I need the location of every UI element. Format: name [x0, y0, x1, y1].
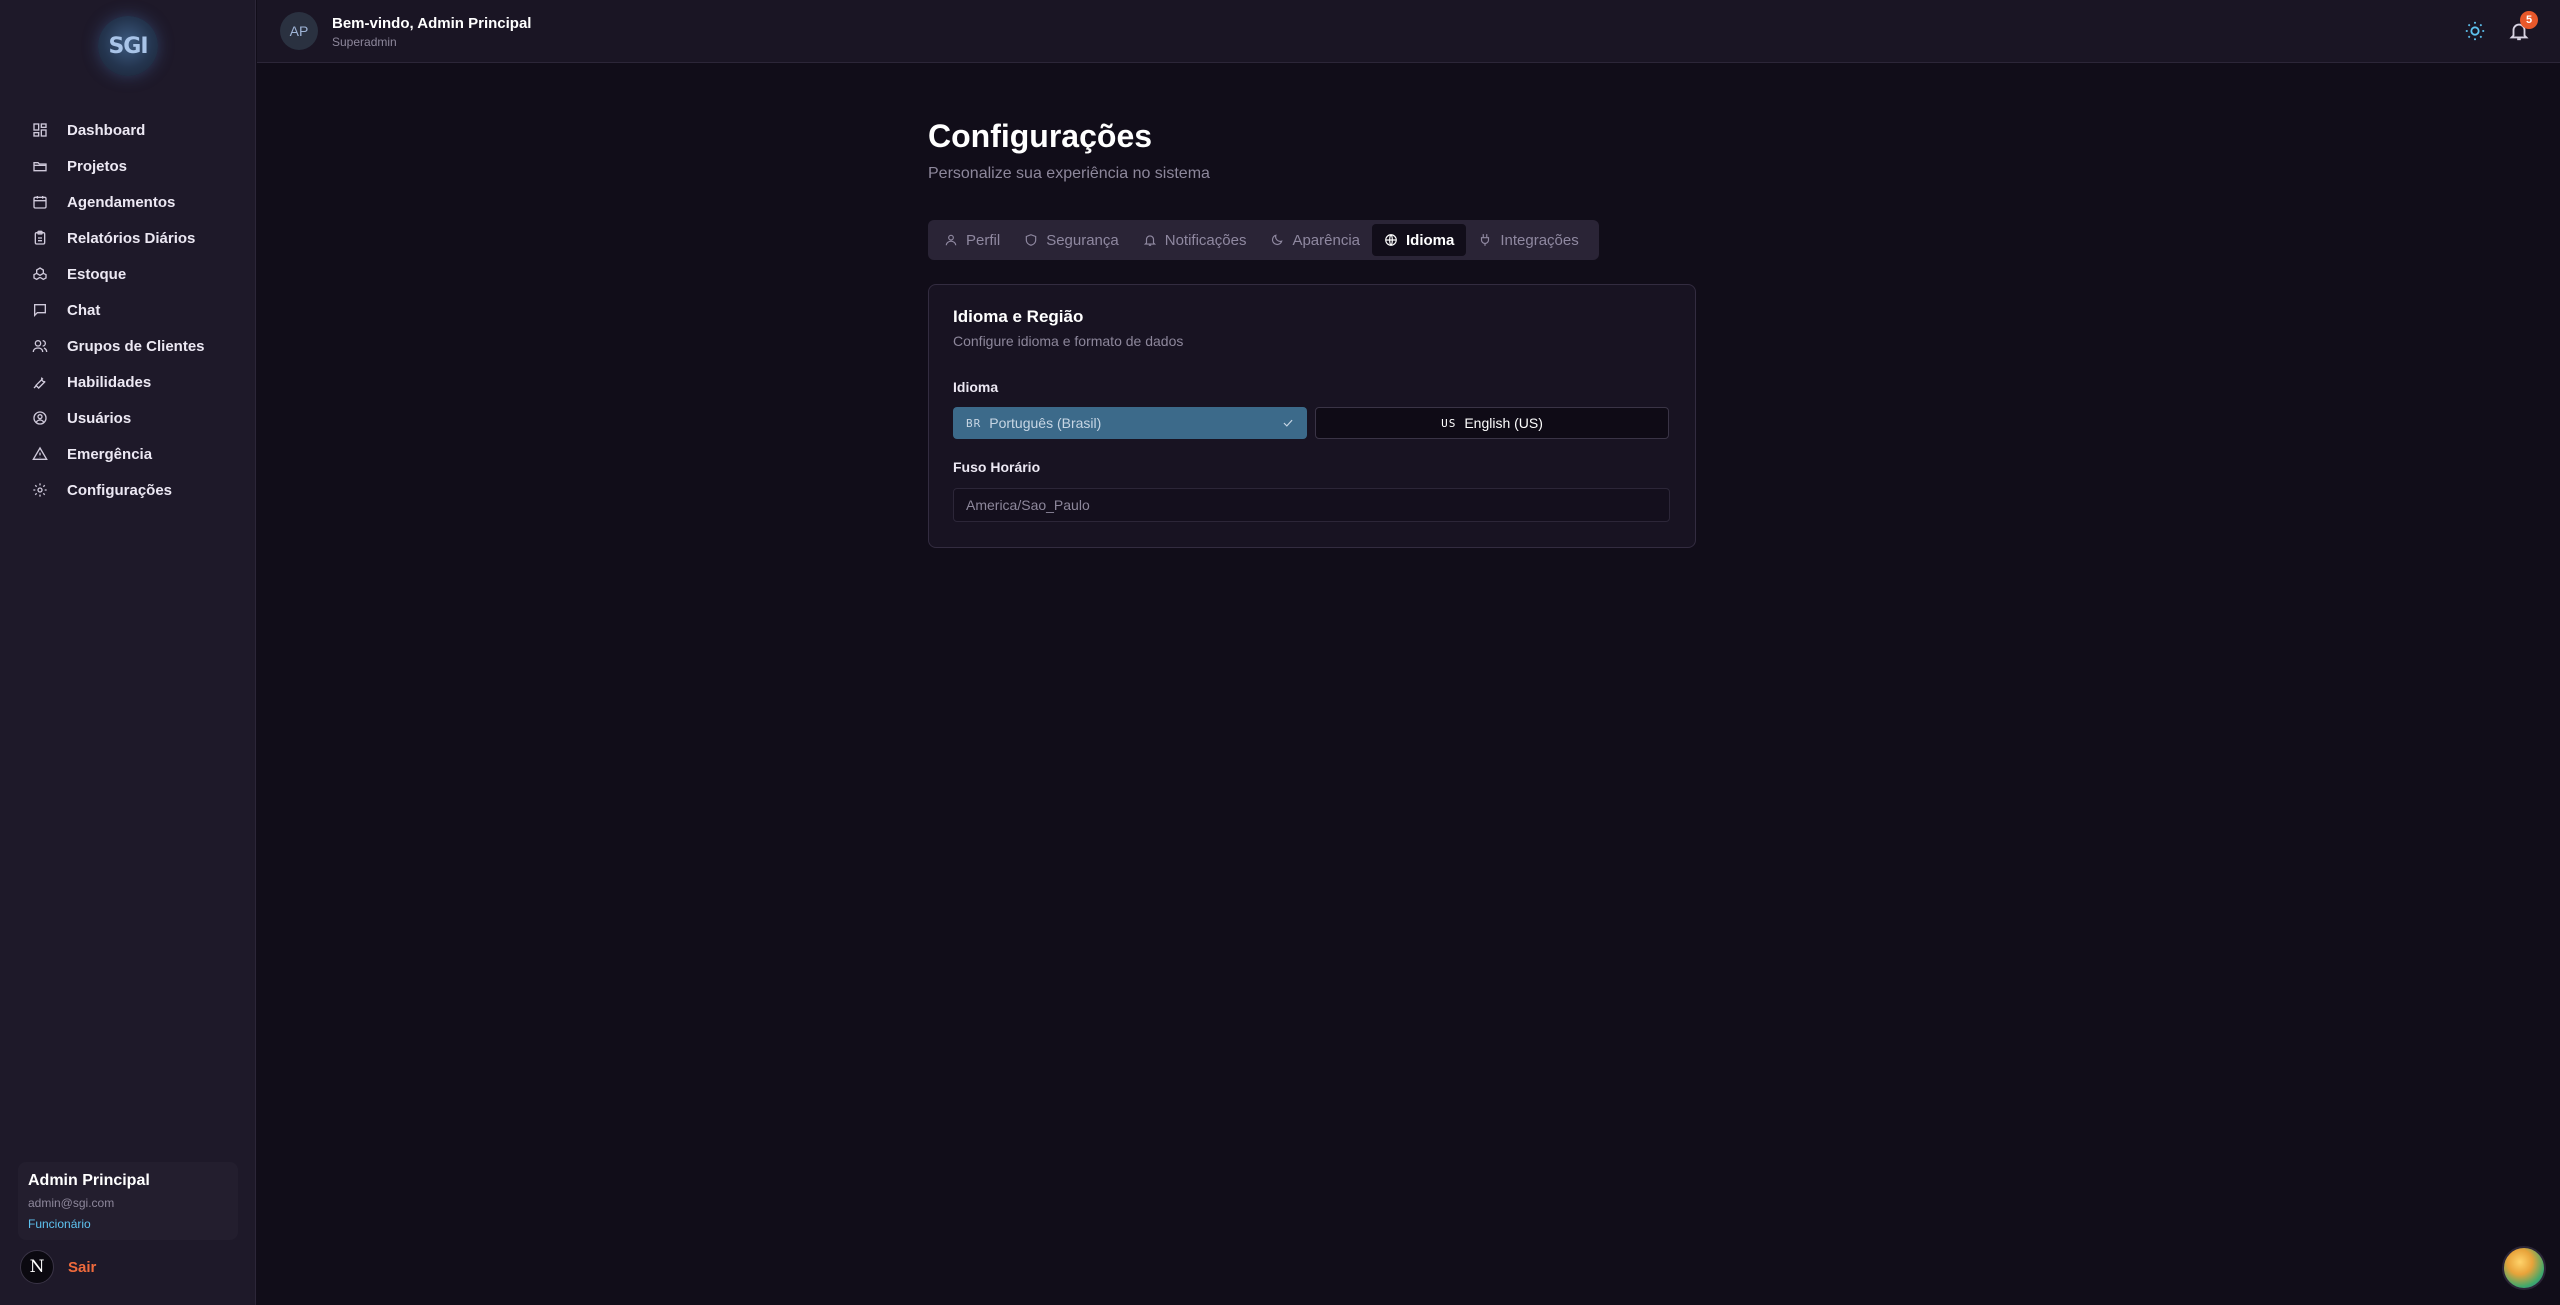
sidebar-item-usuarios[interactable]: Usuários: [0, 400, 256, 436]
user-email: admin@sgi.com: [28, 1196, 115, 1210]
globe-icon: [1385, 234, 1397, 246]
language-option-label: English (US): [1464, 415, 1543, 431]
page-subtitle: Personalize sua experiência no sistema: [928, 165, 1210, 182]
tab-label: Idioma: [1406, 231, 1455, 249]
sidebar-item-label: Estoque: [67, 265, 127, 283]
logout-button[interactable]: Sair: [68, 1259, 96, 1276]
user-icon: [945, 234, 957, 246]
users-icon: [32, 340, 48, 353]
tab-label: Integrações: [1500, 231, 1579, 249]
sidebar-item-projetos[interactable]: Projetos: [0, 148, 256, 184]
flag-code: US: [1441, 416, 1457, 430]
tab-label: Perfil: [966, 231, 1001, 249]
sidebar-item-label: Agendamentos: [67, 193, 176, 211]
user-role-text: Superadmin: [332, 35, 397, 49]
moon-icon: [1272, 234, 1284, 245]
sidebar-item-label: Dashboard: [67, 121, 146, 139]
sidebar-item-habilidades[interactable]: Habilidades: [0, 364, 256, 400]
tab-seguranca[interactable]: Segurança: [1012, 224, 1131, 256]
page-title: Configurações: [928, 118, 1153, 154]
sidebar-item-dashboard[interactable]: Dashboard: [0, 112, 256, 148]
wrench-icon: [33, 376, 46, 389]
message-icon: [34, 304, 46, 317]
sidebar-item-label: Projetos: [67, 157, 128, 175]
sidebar-item-chat[interactable]: Chat: [0, 292, 256, 328]
sidebar-item-agendamentos[interactable]: Agendamentos: [0, 184, 256, 220]
gear-icon: [33, 483, 47, 497]
language-option-en-us[interactable]: US English (US): [1315, 407, 1669, 439]
tab-idioma[interactable]: Idioma: [1372, 224, 1467, 256]
sidebar-item-relatorios[interactable]: Relatórios Diários: [0, 220, 256, 256]
sidebar-item-label: Emergência: [67, 445, 153, 463]
settings-tabs: Perfil Segurança Notificações Aparência …: [928, 220, 1599, 260]
bell-icon: [1143, 235, 1156, 246]
app-logo[interactable]: SGI: [98, 16, 158, 76]
notification-badge: 5: [2520, 11, 2538, 29]
sidebar: SGI Dashboard Projetos Agendamentos Rela…: [0, 0, 256, 1305]
card-title: Idioma e Região: [953, 307, 1084, 326]
boxes-icon: [33, 267, 47, 281]
welcome-text: Bem-vindo, Admin Principal: [332, 15, 532, 32]
sidebar-nav: Dashboard Projetos Agendamentos Relatóri…: [0, 112, 256, 508]
tab-label: Aparência: [1292, 231, 1360, 249]
header-avatar[interactable]: AP: [280, 12, 318, 50]
flag-code: BR: [966, 416, 982, 430]
sidebar-item-emergencia[interactable]: Emergência: [0, 436, 256, 472]
tab-label: Notificações: [1164, 231, 1247, 249]
logo-text: SGI: [108, 33, 148, 59]
sidebar-footer: N Sair: [20, 1250, 96, 1284]
top-header: AP Bem-vindo, Admin Principal Superadmin…: [257, 0, 2560, 63]
sidebar-item-label: Habilidades: [67, 373, 152, 391]
avatar[interactable]: N: [20, 1250, 54, 1284]
grid-icon: [33, 123, 47, 137]
plug-icon: [1481, 234, 1490, 246]
sidebar-item-label: Usuários: [67, 409, 132, 427]
language-region-card: Idioma e Região Configure idioma e forma…: [928, 284, 1696, 548]
sidebar-item-configuracoes[interactable]: Configurações: [0, 472, 256, 508]
sidebar-item-estoque[interactable]: Estoque: [0, 256, 256, 292]
language-label: Idioma: [953, 379, 999, 395]
clipboard-icon: [34, 230, 46, 245]
check-icon: [1283, 419, 1293, 427]
user-role: Funcionário: [28, 1217, 91, 1231]
sidebar-item-label: Chat: [67, 301, 101, 319]
sun-icon: [2465, 21, 2485, 41]
tab-perfil[interactable]: Perfil: [932, 224, 1012, 256]
tab-aparencia[interactable]: Aparência: [1258, 224, 1372, 256]
language-option-label: Português (Brasil): [989, 415, 1102, 431]
timezone-field[interactable]: [953, 488, 1670, 522]
shield-icon: [1025, 234, 1037, 246]
user-name: Admin Principal: [28, 1172, 150, 1189]
alert-triangle-icon: [32, 446, 48, 460]
calendar-icon: [33, 196, 47, 209]
user-circle-icon: [33, 411, 47, 425]
card-description: Configure idioma e formato de dados: [953, 333, 1184, 349]
tab-integracoes[interactable]: Integrações: [1466, 224, 1590, 256]
user-card: Admin Principal admin@sgi.com Funcionári…: [18, 1162, 238, 1240]
tab-label: Segurança: [1046, 231, 1119, 249]
timezone-label: Fuso Horário: [953, 459, 1041, 475]
sidebar-item-label: Relatórios Diários: [67, 229, 196, 247]
theme-toggle-button[interactable]: [2464, 20, 2486, 42]
floating-avatar[interactable]: [2502, 1246, 2546, 1290]
sidebar-item-label: Configurações: [67, 481, 173, 499]
tab-notificacoes[interactable]: Notificações: [1131, 224, 1259, 256]
language-option-pt-br[interactable]: BR Português (Brasil): [953, 407, 1307, 439]
sidebar-item-label: Grupos de Clientes: [67, 337, 205, 355]
folder-icon: [33, 162, 47, 172]
sidebar-item-grupos-clientes[interactable]: Grupos de Clientes: [0, 328, 256, 364]
